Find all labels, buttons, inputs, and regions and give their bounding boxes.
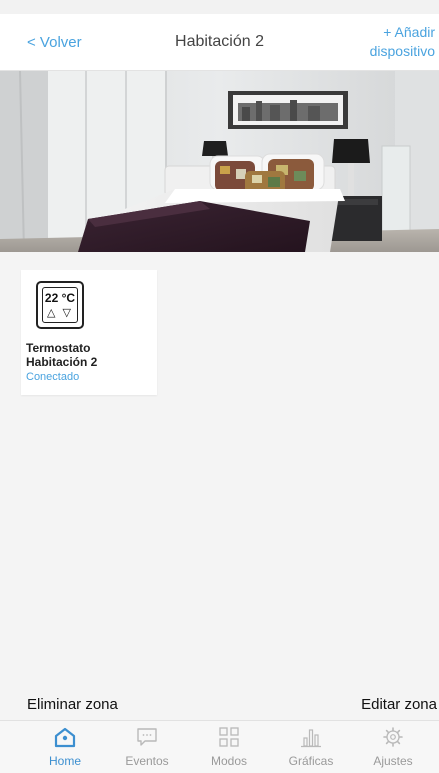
status-bar xyxy=(0,0,439,14)
delete-zone-button[interactable]: Eliminar zona xyxy=(27,696,118,713)
devices-area: 22 °C △ ▽ Termostato Habitación 2 Conect… xyxy=(0,252,439,692)
edit-zone-button[interactable]: Editar zona xyxy=(361,696,437,713)
add-device-button[interactable]: + Añadir dispositivo xyxy=(370,23,435,61)
tab-modos[interactable]: Modos xyxy=(189,726,269,772)
home-icon xyxy=(54,727,76,748)
add-device-label-line2: dispositivo xyxy=(369,43,435,59)
grid-icon xyxy=(219,727,239,747)
device-status: Conectado xyxy=(26,371,80,383)
tab-eventos[interactable]: Eventos xyxy=(107,726,187,772)
thermostat-icon-temperature: 22 °C xyxy=(44,291,76,305)
thermostat-icon-display: 22 °C △ ▽ xyxy=(42,287,78,323)
thermostat-icon-arrows: △ ▽ xyxy=(47,307,73,319)
bar-chart-icon xyxy=(301,729,321,748)
add-device-label-line1: + Añadir xyxy=(383,24,435,40)
chat-icon xyxy=(137,728,157,746)
device-card-thermostat[interactable]: 22 °C △ ▽ Termostato Habitación 2 Conect… xyxy=(21,270,157,395)
tab-bar: Home Eventos Modos Gráficas Ajustes xyxy=(0,720,439,773)
zone-actions: Eliminar zona Editar zona xyxy=(0,692,439,718)
room-photo xyxy=(0,71,439,252)
tab-ajustes[interactable]: Ajustes xyxy=(353,726,433,772)
gear-icon xyxy=(383,727,403,747)
tab-graficas-label: Gráficas xyxy=(288,754,334,768)
tab-graficas[interactable]: Gráficas xyxy=(271,726,351,772)
tab-home[interactable]: Home xyxy=(25,726,105,772)
tab-ajustes-label: Ajustes xyxy=(373,754,413,768)
tab-modos-label: Modos xyxy=(210,754,248,768)
tab-eventos-label: Eventos xyxy=(125,754,169,768)
device-name: Termostato Habitación 2 xyxy=(26,341,98,369)
header: < Volver Habitación 2 + Añadir dispositi… xyxy=(0,14,439,71)
tab-home-label: Home xyxy=(48,754,81,768)
thermostat-icon-frame: 22 °C △ ▽ xyxy=(36,281,84,329)
thermostat-icon: 22 °C △ ▽ xyxy=(36,281,84,329)
